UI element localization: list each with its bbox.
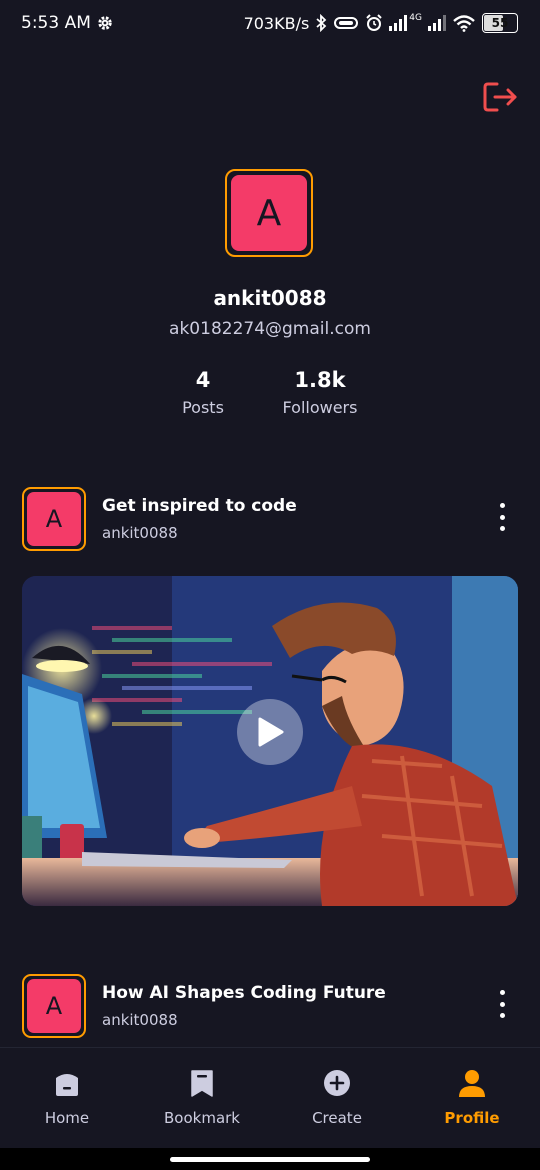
post-avatar: A: [22, 974, 86, 1038]
nav-profile[interactable]: Profile: [422, 1048, 522, 1149]
nav-bookmark[interactable]: Bookmark: [152, 1048, 252, 1149]
post-menu-button[interactable]: [496, 503, 508, 531]
settings-gear-icon: [98, 16, 112, 30]
kebab-dot-icon: [499, 526, 505, 531]
status-left: 5:53 AM: [21, 13, 113, 33]
signal-2-icon: [428, 15, 446, 31]
alarm-icon: [366, 14, 383, 31]
profile-email: ak0182274@gmail.com: [169, 319, 371, 339]
bottom-nav: Home Bookmark Create Profile: [0, 1047, 540, 1149]
home-icon: [56, 1074, 78, 1096]
post-menu-button[interactable]: [496, 990, 508, 1018]
kebab-dot-icon: [499, 1013, 505, 1018]
kebab-dot-icon: [499, 503, 505, 508]
post-header: A Get inspired to code ankit0088: [22, 487, 518, 551]
nav-home[interactable]: Home: [17, 1048, 117, 1149]
profile-icon: [459, 1070, 485, 1097]
play-button[interactable]: [237, 699, 303, 765]
stat-followers: 1.8k Followers: [270, 368, 370, 417]
stat-posts-label: Posts: [182, 398, 224, 417]
logout-icon: [483, 82, 517, 112]
nav-create-label: Create: [312, 1109, 362, 1127]
status-time: 5:53 AM: [21, 13, 91, 33]
post-author: ankit0088: [102, 524, 178, 542]
post-header: A How AI Shapes Coding Future ankit0088: [22, 974, 518, 1038]
profile-avatar: A: [225, 169, 313, 257]
bluetooth-icon: [316, 14, 327, 32]
nav-home-label: Home: [44, 1109, 90, 1127]
status-bar: 5:53 AM 703KB/s 4G 55: [0, 0, 540, 48]
network-badge: 4G: [409, 13, 422, 23]
video-thumbnail[interactable]: [22, 576, 518, 906]
network-speed: 703KB/s: [243, 13, 310, 33]
signal-1-icon: [389, 15, 408, 31]
battery-level: 55: [491, 16, 509, 30]
nav-bookmark-label: Bookmark: [164, 1109, 240, 1127]
stat-posts-value: 4: [195, 368, 211, 392]
stat-followers-value: 1.8k: [294, 368, 346, 392]
gesture-home-bar[interactable]: [170, 1157, 370, 1162]
post-avatar: A: [22, 487, 86, 551]
kebab-dot-icon: [499, 990, 505, 995]
wifi-icon: [453, 15, 475, 32]
battery-indicator: 55: [482, 13, 518, 33]
bookmark-icon: [191, 1070, 213, 1097]
profile-avatar-letter: A: [231, 175, 307, 251]
vibrate-icon: [334, 17, 359, 29]
post-avatar-letter: A: [27, 979, 81, 1033]
kebab-dot-icon: [499, 1001, 505, 1007]
nav-create[interactable]: Create: [287, 1048, 387, 1149]
post-title: How AI Shapes Coding Future: [102, 983, 386, 1003]
post-title: Get inspired to code: [102, 496, 297, 516]
nav-profile-label: Profile: [444, 1109, 500, 1127]
play-icon: [258, 717, 284, 747]
plus-circle-icon: [324, 1070, 350, 1096]
kebab-dot-icon: [499, 514, 505, 520]
profile-username: ankit0088: [213, 286, 327, 310]
logout-button[interactable]: [482, 79, 522, 115]
post-author: ankit0088: [102, 1011, 178, 1029]
post-avatar-letter: A: [27, 492, 81, 546]
stat-followers-label: Followers: [282, 398, 358, 417]
status-right: 703KB/s 4G 55: [244, 13, 518, 33]
stat-posts: 4 Posts: [163, 368, 243, 417]
